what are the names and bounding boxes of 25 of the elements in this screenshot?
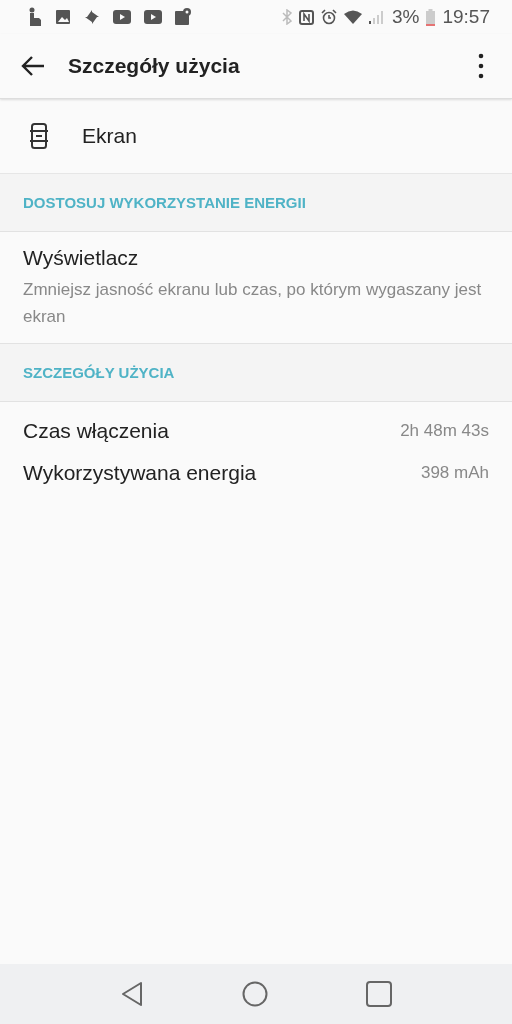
stat-label: Wykorzystywana energia xyxy=(23,461,257,485)
item-summary: Zmniejsz jasność ekranu lub czas, po którym wygaszany jest ekran xyxy=(23,279,483,328)
stat-value: 398 mAh xyxy=(420,463,489,483)
video-icon xyxy=(113,10,131,24)
back-arrow-icon xyxy=(20,55,46,77)
nfc-icon xyxy=(299,9,314,25)
app-name: Ekran xyxy=(82,124,137,148)
screen-icon xyxy=(30,123,48,149)
signal-icon xyxy=(369,10,385,24)
wifi-icon xyxy=(344,10,362,24)
settings-item[interactable]: Wyświetlacz Zmniejsz jasność ekranu lub czas, po którym wygaszany jest ekran xyxy=(0,232,512,343)
stat-value: 2h 48m 43s xyxy=(400,421,489,441)
clock: 19:57 xyxy=(442,6,490,28)
section-header: SZCZEGÓŁY UŻYCIA xyxy=(0,344,512,402)
bluetooth-icon xyxy=(282,9,292,25)
more-icon xyxy=(478,53,484,79)
image-icon xyxy=(55,9,71,25)
alarm-icon xyxy=(321,9,337,25)
section-header: DOSTOSUJ WYKORZYSTANIE ENERGII xyxy=(0,174,512,232)
video-icon xyxy=(144,10,162,24)
item-title: Wyświetlacz xyxy=(23,246,140,270)
stat-label: Czas włączenia xyxy=(23,419,169,443)
screen-title: Szczegóły użycia xyxy=(68,54,241,78)
battery-percent: 3% xyxy=(392,6,420,28)
battery-icon xyxy=(426,8,436,26)
